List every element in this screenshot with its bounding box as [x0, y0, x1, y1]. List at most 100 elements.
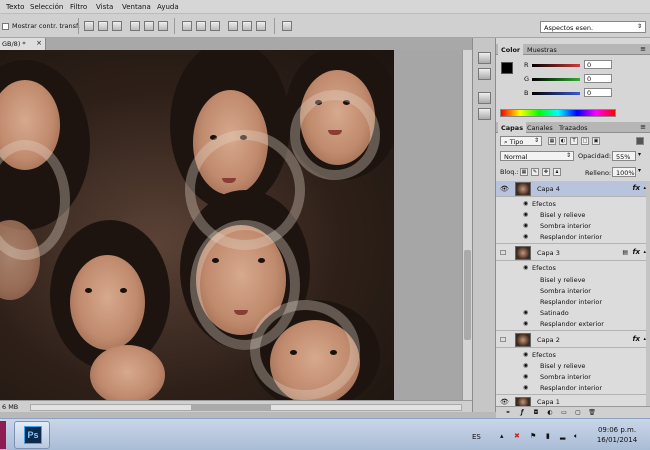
signal-icon[interactable]: ▂: [560, 432, 568, 440]
panel-menu-icon[interactable]: ≡: [640, 123, 646, 131]
lock-image-icon[interactable]: ✎: [531, 168, 539, 176]
distribute-top-icon[interactable]: [182, 21, 192, 31]
foreground-color-swatch[interactable]: [501, 62, 513, 74]
channel-r-slider[interactable]: [532, 64, 580, 67]
tab-paths[interactable]: Trazados: [556, 122, 591, 133]
distribute-bottom-icon[interactable]: [210, 21, 220, 31]
scrollbar-thumb[interactable]: [191, 405, 271, 410]
menu-ventana[interactable]: Ventana: [122, 3, 151, 11]
canvas-horizontal-scrollbar[interactable]: [30, 404, 462, 411]
eye-icon[interactable]: ◉: [523, 222, 528, 229]
battery-icon[interactable]: ▮: [546, 432, 554, 440]
taskbar-photoshop-button[interactable]: Ps: [14, 421, 50, 449]
lock-transparent-icon[interactable]: ▦: [520, 168, 528, 176]
layer-row-capa-4[interactable]: 👁︎ Capa 4 fx ▴: [496, 181, 646, 197]
canvas-photo[interactable]: [0, 50, 394, 400]
effects-row[interactable]: ◉ Efectos: [496, 199, 646, 209]
distribute-vcenter-icon[interactable]: [196, 21, 206, 31]
color-spectrum[interactable]: [500, 109, 616, 117]
paragraph-icon[interactable]: [478, 108, 491, 120]
eye-icon[interactable]: 👁︎: [500, 185, 509, 193]
panel-menu-icon[interactable]: ≡: [640, 45, 646, 53]
channel-b-slider[interactable]: [532, 92, 580, 95]
eye-icon[interactable]: ◉: [523, 373, 528, 380]
filter-pixel-icon[interactable]: ▦: [548, 137, 556, 145]
eye-icon[interactable]: ◉: [523, 320, 528, 327]
new-layer-icon[interactable]: ▢: [574, 409, 582, 417]
opacity-input[interactable]: 55%: [612, 151, 636, 161]
eye-icon[interactable]: ◉: [523, 233, 528, 240]
effect-row[interactable]: Bisel y relieve: [496, 275, 646, 285]
tab-layers[interactable]: Capas: [498, 122, 527, 133]
distribute-right-icon[interactable]: [256, 21, 266, 31]
properties-icon[interactable]: [478, 68, 491, 80]
eye-icon[interactable]: ◉: [523, 264, 528, 271]
tab-swatches[interactable]: Muestras: [524, 44, 560, 55]
history-icon[interactable]: [478, 52, 491, 64]
mask-icon[interactable]: ◘: [532, 409, 540, 417]
language-indicator[interactable]: ES: [472, 433, 481, 441]
workspace-switcher[interactable]: Aspectos esen. ⇕: [540, 21, 646, 33]
action-center-icon[interactable]: ⚑: [530, 432, 538, 440]
taskbar-app-edge[interactable]: [0, 421, 6, 449]
channel-b-input[interactable]: 0: [584, 88, 612, 97]
network-error-icon[interactable]: ✖: [514, 432, 522, 440]
filter-shape-icon[interactable]: □: [581, 137, 589, 145]
tab-color[interactable]: Color: [498, 44, 524, 55]
folder-icon[interactable]: ▭: [560, 409, 568, 417]
align-right-icon[interactable]: [158, 21, 168, 31]
character-icon[interactable]: [478, 92, 491, 104]
close-icon[interactable]: ×: [36, 39, 42, 47]
align-vcenter-icon[interactable]: [98, 21, 108, 31]
effect-row[interactable]: ◉ Bisel y relieve: [496, 210, 646, 220]
layer-filter-dropdown[interactable]: ⌕ Tipo ⇕: [500, 136, 542, 146]
distribute-hcenter-icon[interactable]: [242, 21, 252, 31]
trash-icon[interactable]: 🗑︎: [588, 409, 596, 417]
lock-position-icon[interactable]: ✥: [542, 168, 550, 176]
fx-icon[interactable]: fx: [632, 184, 640, 192]
menu-vista[interactable]: Vista: [96, 3, 113, 11]
distribute-left-icon[interactable]: [228, 21, 238, 31]
link-icon[interactable]: ⚭: [504, 409, 512, 417]
layers-scrollbar[interactable]: [646, 181, 650, 406]
effect-row[interactable]: ◉ Satinado: [496, 308, 646, 318]
lock-all-icon[interactable]: 🔒︎: [553, 168, 561, 176]
fx-icon[interactable]: fx: [632, 248, 640, 256]
menu-seleccion[interactable]: Selección: [30, 3, 63, 11]
eye-icon[interactable]: 👁︎: [500, 398, 509, 406]
fx-icon[interactable]: ƒ: [518, 409, 526, 417]
eye-icon[interactable]: ◉: [523, 362, 528, 369]
effect-row[interactable]: ◉ Resplandor interior: [496, 232, 646, 244]
effect-row[interactable]: ◉ Sombra interior: [496, 221, 646, 231]
visibility-toggle[interactable]: ☐: [500, 249, 509, 257]
clock[interactable]: 09:06 p.m. 16/01/2014: [592, 425, 642, 445]
effect-row[interactable]: ◉ Bisel y relieve: [496, 361, 646, 371]
effect-row[interactable]: Sombra interior: [496, 286, 646, 296]
eye-icon[interactable]: ◉: [523, 211, 528, 218]
effect-row[interactable]: Resplandor interior: [496, 297, 646, 307]
eye-icon[interactable]: ◉: [523, 351, 528, 358]
menu-texto[interactable]: Texto: [6, 3, 24, 11]
menu-ayuda[interactable]: Ayuda: [157, 3, 179, 11]
align-bottom-icon[interactable]: [112, 21, 122, 31]
menu-filtro[interactable]: Filtro: [70, 3, 87, 11]
filter-adjustment-icon[interactable]: ◐: [559, 137, 567, 145]
effect-row[interactable]: ◉ Resplandor exterior: [496, 319, 646, 331]
eye-icon[interactable]: ◉: [523, 200, 528, 207]
align-top-icon[interactable]: [84, 21, 94, 31]
fill-input[interactable]: 100%: [612, 167, 636, 177]
align-hcenter-icon[interactable]: [144, 21, 154, 31]
filter-toggle-icon[interactable]: [636, 137, 644, 145]
chevron-down-icon[interactable]: ▾: [638, 167, 641, 174]
tray-expand-icon[interactable]: ▴: [500, 432, 508, 440]
canvas-vertical-scrollbar[interactable]: [462, 50, 472, 402]
filter-smart-object-icon[interactable]: ▣: [592, 137, 600, 145]
chevron-down-icon[interactable]: ▾: [638, 151, 641, 158]
eye-icon[interactable]: ◉: [523, 309, 528, 316]
channel-g-input[interactable]: 0: [584, 74, 612, 83]
align-left-icon[interactable]: [130, 21, 140, 31]
fx-icon[interactable]: fx: [632, 335, 640, 343]
tab-channels[interactable]: Canales: [524, 122, 556, 133]
show-transform-checkbox[interactable]: [2, 23, 9, 30]
layer-row-capa-3[interactable]: ☐ Capa 3 ▤ fx ▴: [496, 245, 646, 261]
